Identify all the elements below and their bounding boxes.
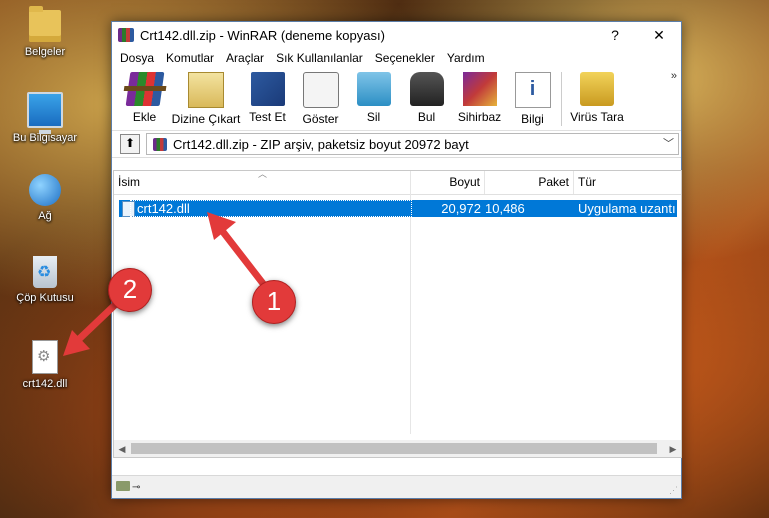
folder-icon [29,6,61,42]
key-icon[interactable]: ⊸ [132,482,140,493]
desktop-icon-recycle-bin[interactable]: Çöp Kutusu [10,256,80,304]
extract-button[interactable]: Dizine Çıkart [171,68,241,126]
table-row[interactable]: crt142.dll 20,972 10,486 Uygulama uzantı [119,200,677,217]
address-text: Crt142.dll.zip - ZIP arşiv, paketsiz boy… [173,136,469,152]
info-icon: i [514,72,551,108]
dll-file-icon [32,340,58,374]
callout-badge-2: 2 [108,268,152,312]
desktop-icon-label: Belgeler [24,46,66,58]
file-list[interactable]: İsim Boyut Paket Tür ︿ crt142.dll 20,972… [113,169,682,458]
view-button[interactable]: Göster [294,68,347,126]
tool-label: Dizine Çıkart [171,112,241,126]
add-button[interactable]: Ekle [118,68,171,124]
find-icon [409,72,444,106]
toolbar-more-button[interactable]: » [671,70,677,82]
title-bar[interactable]: Crt142.dll.zip - WinRAR (deneme kopyası)… [112,22,681,48]
info-button[interactable]: i Bilgi [506,68,559,126]
menu-help[interactable]: Yardım [441,51,491,65]
scroll-left-icon[interactable]: ◀ [114,441,130,457]
menu-commands[interactable]: Komutlar [160,51,220,65]
find-button[interactable]: Bul [400,68,453,124]
tool-label: Ekle [132,110,157,124]
network-icon [29,174,61,206]
menu-options[interactable]: Seçenekler [369,51,441,65]
column-divider [410,194,411,434]
desktop-icon-label: Çöp Kutusu [16,292,74,304]
tool-label: Sihirbaz [457,110,502,124]
drive-icon[interactable] [116,481,130,491]
status-bar: ⊸ ⋰ [112,475,681,498]
file-name-cell: crt142.dll [137,201,190,216]
wizard-icon [462,72,497,106]
toolbar-separator [561,72,562,126]
view-icon [302,72,339,108]
delete-button[interactable]: Sil [347,68,400,124]
help-button[interactable]: ? [593,22,637,48]
column-header-row: İsim Boyut Paket Tür ︿ [114,169,681,195]
up-folder-button[interactable]: ⬆ [120,134,140,154]
recycle-bin-icon [33,256,57,288]
desktop-icon-label: Ağ [38,210,52,222]
virus-scan-button[interactable]: Virüs Tara [566,68,628,124]
tool-label: Bilgi [521,112,544,126]
column-packed[interactable]: Paket [485,171,574,194]
delete-icon [356,72,391,106]
file-packed-value: 10,486 [485,201,525,216]
tool-label: Virüs Tara [570,110,624,124]
wizard-button[interactable]: Sihirbaz [453,68,506,124]
callout-badge-1: 1 [252,280,296,324]
menu-file[interactable]: Dosya [114,51,160,65]
file-packed-cell: 10,486 [485,200,574,217]
computer-icon [27,92,63,134]
address-combo[interactable]: Crt142.dll.zip - ZIP arşiv, paketsiz boy… [146,133,679,155]
window-title: Crt142.dll.zip - WinRAR (deneme kopyası) [140,27,385,43]
horizontal-scrollbar[interactable]: ◀ ▶ [114,440,681,457]
file-size-cell: 20,972 [441,201,481,216]
scroll-right-icon[interactable]: ▶ [665,441,681,457]
winrar-app-icon [118,28,134,42]
winrar-window: Crt142.dll.zip - WinRAR (deneme kopyası)… [111,21,682,499]
column-size[interactable]: Boyut [411,171,485,194]
add-archive-icon [125,72,164,106]
menu-bar: Dosya Komutlar Araçlar Sık Kullanılanlar… [112,48,681,68]
scrollbar-thumb[interactable] [131,443,657,454]
tool-label: Bul [417,110,436,124]
test-icon [250,72,285,106]
address-bar: ⬆ Crt142.dll.zip - ZIP arşiv, paketsiz b… [112,131,681,158]
close-button[interactable]: ✕ [637,22,681,48]
toolbar: Ekle Dizine Çıkart Test Et Göster Sil Bu… [112,68,681,131]
column-type[interactable]: Tür [574,171,681,194]
chevron-down-icon[interactable]: ﹀ [663,135,674,151]
desktop-icon-this-pc[interactable]: Bu Bilgisayar [10,92,80,144]
test-button[interactable]: Test Et [241,68,294,124]
resize-grip-icon[interactable]: ⋰ [669,485,678,496]
menu-tools[interactable]: Araçlar [220,51,270,65]
tool-label: Göster [302,112,339,126]
dll-file-icon [122,201,135,217]
virus-scan-icon [580,72,614,106]
file-type-cell: Uygulama uzantı [578,201,676,216]
tool-label: Sil [366,110,381,124]
desktop-icon-label: crt142.dll [22,378,68,390]
tool-label: Test Et [249,110,286,124]
desktop-icon-dll-file[interactable]: crt142.dll [10,340,80,390]
desktop-icon-network[interactable]: Ağ [10,174,80,222]
sort-arrow-icon: ︿ [258,169,268,179]
menu-favorites[interactable]: Sık Kullanılanlar [270,51,369,65]
extract-icon [188,72,224,108]
desktop-icon-documents[interactable]: Belgeler [10,6,80,58]
archive-icon [153,137,167,151]
